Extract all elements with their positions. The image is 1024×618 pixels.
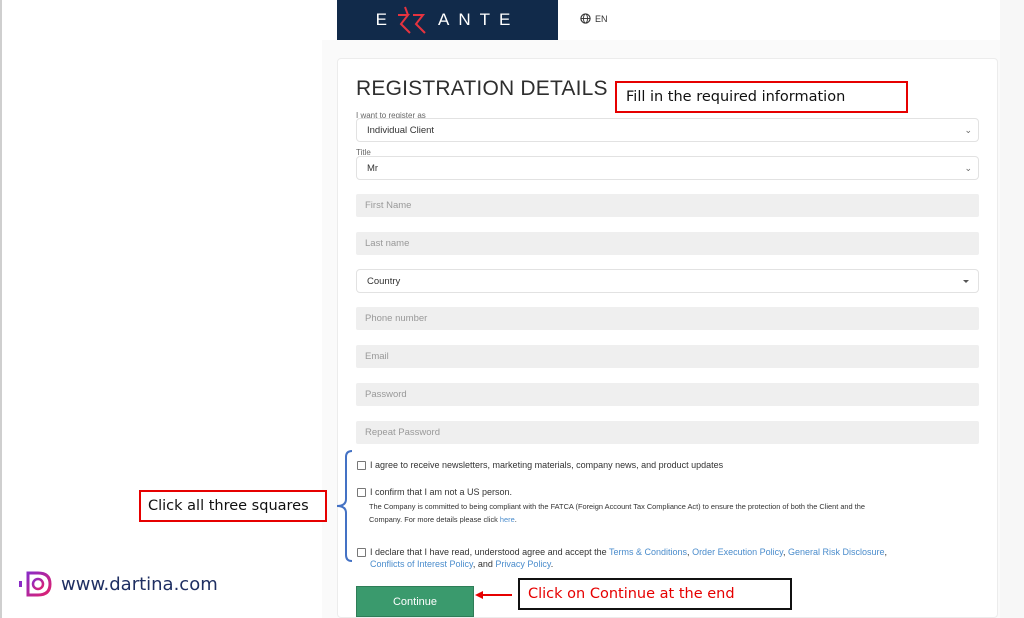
order-execution-policy-link[interactable]: Order Execution Policy (692, 547, 783, 557)
terms-label: I declare that I have read, understood a… (370, 547, 607, 557)
password-placeholder: Password (365, 389, 407, 400)
general-risk-disclosure-link[interactable]: General Risk Disclosure (788, 547, 885, 557)
window-edge (0, 0, 2, 618)
chevron-down-icon: ⌄ (964, 125, 972, 135)
brand-rr-mark-icon (396, 6, 430, 34)
brand-suffix: ANTE (438, 10, 520, 29)
first-name-input[interactable]: First Name (356, 194, 979, 217)
brand-wordmark: E ANTE (376, 6, 520, 34)
terms-end: . (550, 559, 554, 569)
title-select[interactable]: Mr ⌄ (356, 156, 979, 180)
brand-prefix: E (375, 10, 396, 29)
language-selector[interactable]: EN (580, 13, 608, 24)
repeat-password-placeholder: Repeat Password (365, 427, 440, 438)
terms-text: I declare that I have read, understood a… (370, 547, 887, 569)
last-name-input[interactable]: Last name (356, 232, 979, 255)
us-person-label: I confirm that I am not a US person. (370, 487, 513, 497)
annotation-click-squares: Click all three squares (139, 490, 327, 522)
phone-placeholder: Phone number (365, 313, 428, 324)
page-title: REGISTRATION DETAILS (356, 77, 608, 100)
dartina-watermark: www.dartina.com (18, 570, 218, 598)
dartina-logo-icon (19, 571, 52, 597)
annotation-click-continue-text: Click on Continue at the end (528, 586, 735, 602)
fatca-note-line1: The Company is committed to being compli… (369, 502, 865, 511)
scrollbar-track[interactable] (1000, 0, 1024, 618)
newsletter-checkbox[interactable] (357, 460, 366, 470)
password-input[interactable]: Password (356, 383, 979, 406)
curly-bracket-icon (336, 450, 353, 562)
phone-input[interactable]: Phone number (356, 307, 979, 330)
caret-down-icon (963, 280, 969, 283)
annotation-click-squares-text: Click all three squares (148, 498, 309, 514)
email-input[interactable]: Email (356, 345, 979, 368)
email-placeholder: Email (365, 351, 389, 362)
last-name-placeholder: Last name (365, 238, 410, 249)
country-value: Country (367, 275, 401, 287)
newsletter-label: I agree to receive newsletters, marketin… (370, 460, 724, 470)
terms-checkbox[interactable] (357, 547, 366, 557)
annotation-fill-info: Fill in the required information (615, 81, 908, 113)
terms-consent: I declare that I have read, understood a… (357, 546, 977, 570)
register-as-value: Individual Client (367, 124, 435, 136)
us-person-consent: I confirm that I am not a US person. (357, 486, 512, 498)
fatca-note-end: . (514, 515, 517, 524)
chevron-down-icon: ⌄ (964, 163, 972, 173)
language-label: EN (595, 13, 608, 24)
title-value: Mr (367, 162, 379, 174)
separator-and: , and (472, 559, 496, 569)
first-name-placeholder: First Name (365, 200, 412, 211)
annotation-click-continue: Click on Continue at the end (518, 578, 792, 610)
repeat-password-input[interactable]: Repeat Password (356, 421, 979, 444)
dartina-url: www.dartina.com (61, 573, 218, 595)
arrow-left-icon (475, 591, 512, 599)
terms-conditions-link[interactable]: Terms & Conditions (609, 547, 687, 557)
continue-button[interactable]: Continue (356, 586, 474, 617)
registration-card (337, 58, 998, 618)
newsletter-consent: I agree to receive newsletters, marketin… (357, 459, 723, 471)
privacy-policy-link[interactable]: Privacy Policy (495, 559, 550, 569)
fatca-here-link[interactable]: here (500, 515, 515, 524)
fatca-note: The Company is committed to being compli… (369, 500, 969, 526)
us-person-checkbox[interactable] (357, 487, 366, 497)
conflicts-of-interest-link[interactable]: Conflicts of Interest Policy (370, 559, 473, 569)
fatca-note-text: Company. For more details please click (369, 515, 498, 524)
brand-logo[interactable]: E ANTE (337, 0, 558, 40)
fatca-note-line2: Company. For more details please click h… (369, 513, 969, 526)
country-select[interactable]: Country (356, 269, 979, 293)
globe-icon (580, 13, 591, 24)
register-as-select[interactable]: Individual Client ⌄ (356, 118, 979, 142)
annotation-fill-info-text: Fill in the required information (626, 89, 846, 105)
